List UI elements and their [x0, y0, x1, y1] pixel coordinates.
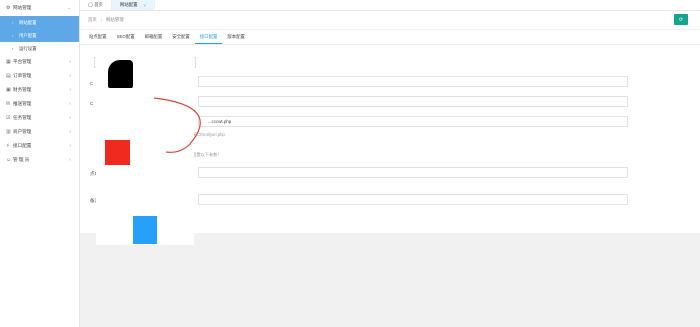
bullet-icon: › — [12, 33, 14, 38]
sidebar-item-label: 平台管理 — [13, 59, 32, 64]
red-arc — [153, 97, 201, 153]
tab-site-config[interactable]: 网站配置 × — [111, 0, 156, 10]
sidebar-item-label: 推送管理 — [13, 101, 32, 106]
tab-interface[interactable]: 接口配置 — [194, 30, 223, 44]
field-label-c1: C — [90, 81, 94, 86]
tab-label: ◯ 首页 — [88, 2, 103, 7]
sidebar-item-merchant[interactable]: ▥ 商户管理 ‹ — [0, 125, 79, 139]
chevron-left-icon: ‹ — [69, 143, 71, 149]
sidebar-sub-run-settings[interactable]: › 运行设置 — [0, 42, 79, 55]
breadcrumb: 首页 / 网站管理 ⟳ — [80, 11, 700, 29]
tab-home[interactable]: ◯ 首页 — [80, 0, 112, 10]
sidebar-item-label: 接口配置 — [13, 143, 32, 148]
breadcrumb-current: 网站管理 — [106, 17, 124, 22]
config-input-3[interactable] — [198, 167, 628, 178]
tab-site[interactable]: 站点配置 — [84, 30, 112, 44]
sidebar-item-push[interactable]: ✉ 推送管理 ‹ — [0, 97, 79, 111]
breadcrumb-home[interactable]: 首页 — [88, 17, 97, 23]
task-icon: ☑ — [6, 115, 11, 121]
close-icon[interactable]: × — [144, 3, 147, 8]
chevron-left-icon: ‹ — [69, 59, 71, 65]
sidebar-item-website[interactable]: ⚙ 网站管理 ⌄ — [0, 0, 79, 16]
settings-tabs: 站点配置 SEO配置 邮箱配置 安全配置 接口配置 版本配置 — [80, 30, 700, 45]
remark-input[interactable] — [198, 194, 628, 205]
field-label-c2: C — [90, 101, 94, 106]
blue-square — [133, 216, 157, 244]
doc-icon: ▤ — [6, 73, 11, 79]
sidebar-sub-label: 用户配置 — [19, 32, 37, 38]
sidebar-item-task[interactable]: ☑ 任务管理 ‹ — [0, 111, 79, 125]
sidebar-item-admin[interactable]: ☺ 管 理 员 ‹ — [0, 153, 79, 167]
refresh-button[interactable]: ⟳ — [674, 14, 688, 25]
black-shape — [108, 60, 133, 88]
config-input-2[interactable] — [198, 96, 628, 107]
chevron-left-icon: ‹ — [69, 73, 71, 79]
sidebar-item-label: 任务管理 — [13, 115, 32, 120]
sidebar-sub-user-config[interactable]: › 用户配置 — [0, 29, 79, 42]
top-tab-bar: ◯ 首页 网站配置 × — [80, 0, 700, 11]
gear-icon: ⚙ — [6, 5, 11, 11]
notify-url-input[interactable]: ...cccwt.php — [198, 116, 628, 127]
wallet-icon: ▣ — [6, 87, 11, 93]
send-icon: ✉ — [6, 101, 11, 107]
chevron-left-icon: ‹ — [69, 157, 71, 163]
chevron-down-icon: ⌄ — [66, 5, 71, 11]
sidebar-item-interface[interactable]: ⚡ 接口配置 ‹ — [0, 139, 79, 153]
tab-security[interactable]: 安全配置 — [167, 30, 195, 44]
tab-seo[interactable]: SEO配置 — [112, 30, 140, 44]
tab-version[interactable]: 版本配置 — [222, 30, 250, 44]
bullet-icon: › — [12, 46, 14, 51]
sidebar-sub-label: 网站配置 — [19, 19, 37, 25]
sidebar-item-label: 订单管理 — [13, 73, 32, 78]
tab-label: 网站配置 — [119, 2, 138, 7]
page-background — [80, 233, 700, 327]
sidebar-item-label: 商户管理 — [13, 129, 32, 134]
bullet-icon: › — [12, 20, 14, 25]
tab-mail[interactable]: 邮箱配置 — [140, 30, 168, 44]
sidebar-item-finance[interactable]: ▣ 财务管理 ‹ — [0, 83, 79, 97]
chevron-left-icon: ‹ — [69, 129, 71, 135]
chevron-left-icon: ‹ — [69, 87, 71, 93]
sidebar: ⚙ 网站管理 ⌄ › 网站配置 › 用户配置 › 运行设置 ▦ 平台管理 ‹ ▤… — [0, 0, 80, 327]
chevron-left-icon: ‹ — [69, 101, 71, 107]
shop-icon: ▥ — [6, 129, 11, 135]
sidebar-item-label: 网站管理 — [13, 5, 32, 10]
grid-icon: ▦ — [6, 59, 11, 65]
config-input-1[interactable] — [198, 76, 628, 87]
sidebar-sub-site-config[interactable]: › 网站配置 — [0, 16, 79, 29]
sidebar-sub-label: 运行设置 — [19, 45, 37, 51]
red-square — [105, 140, 130, 165]
user-icon: ☺ — [6, 157, 12, 163]
plug-icon: ⚡ — [6, 143, 10, 149]
sidebar-item-platform[interactable]: ▦ 平台管理 ‹ — [0, 55, 79, 69]
breadcrumb-separator: / — [100, 17, 103, 23]
sidebar-item-label: 管 理 员 — [13, 157, 30, 162]
refresh-icon: ⟳ — [678, 16, 684, 23]
chevron-left-icon: ‹ — [69, 115, 71, 121]
sidebar-item-label: 财务管理 — [13, 87, 32, 92]
sidebar-item-orders[interactable]: ▤ 订单管理 ‹ — [0, 69, 79, 83]
